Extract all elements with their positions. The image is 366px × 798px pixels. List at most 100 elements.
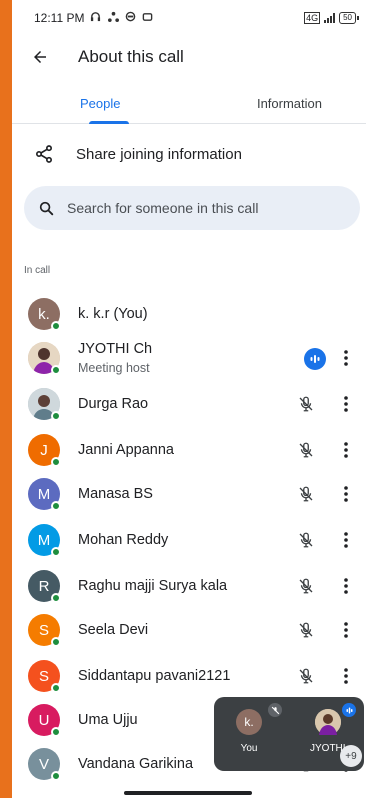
share-joining-info-row[interactable]: Share joining information <box>12 134 366 174</box>
arrow-back-icon <box>34 51 46 63</box>
participant-names: Janni Appanna <box>78 442 174 458</box>
online-status-dot <box>51 727 61 737</box>
pip-host-avatar <box>314 709 341 735</box>
pip-speaking-icon <box>342 703 356 717</box>
avatar: R <box>28 570 61 603</box>
mic-off-icon[interactable] <box>294 528 318 552</box>
mic-off-icon[interactable] <box>294 482 318 506</box>
more-options-icon[interactable] <box>336 482 356 506</box>
participant-row[interactable]: J Janni Appanna <box>12 428 366 472</box>
pip-self-label: You <box>240 743 258 754</box>
more-options-icon[interactable] <box>336 574 356 598</box>
participant-name: Janni Appanna <box>78 442 174 458</box>
more-options-icon[interactable] <box>336 618 356 642</box>
online-status-dot <box>51 593 61 603</box>
status-bar: 12:11 PM 4G 50 <box>12 0 366 36</box>
participant-name: Siddantapu pavani2121 <box>78 668 231 684</box>
in-call-section-label: In call <box>24 265 51 276</box>
online-status-dot <box>51 771 61 781</box>
signal-icon <box>324 13 336 23</box>
battery-icon: 50 <box>339 12 359 24</box>
participant-row[interactable]: R Raghu majji Surya kala <box>12 564 366 608</box>
mic-off-icon[interactable] <box>294 618 318 642</box>
participant-names: Manasa BS <box>78 486 153 502</box>
participant-name: JYOTHI Ch <box>78 341 153 357</box>
more-options-icon[interactable] <box>336 346 356 370</box>
participant-row[interactable]: S Seela Devi <box>12 608 366 652</box>
participant-row[interactable]: Durga Rao <box>12 382 366 426</box>
participant-row[interactable]: k. k. k.r (You) <box>12 292 366 336</box>
avatar: S <box>28 614 61 647</box>
sim-icon: 4G <box>304 12 321 24</box>
participant-name: Raghu majji Surya kala <box>78 578 228 594</box>
mic-off-icon[interactable] <box>294 574 318 598</box>
avatar: M <box>28 524 61 557</box>
participant-row[interactable]: M Manasa BS <box>12 472 366 516</box>
pip-self-avatar: k. <box>236 709 262 735</box>
participant-name: Mohan Reddy <box>78 532 169 548</box>
search-bar <box>24 186 360 230</box>
participant-names: Siddantapu pavani2121 <box>78 668 230 684</box>
share-icon <box>36 145 52 163</box>
top-app-bar: About this call <box>12 36 366 78</box>
online-status-dot <box>51 321 61 331</box>
call-details-screen: 12:11 PM 4G 50 About this call People In… <box>12 0 366 798</box>
mic-off-icon[interactable] <box>294 664 318 688</box>
status-right: 4G 50 <box>304 12 359 24</box>
participant-names: Vandana Garikina <box>78 756 193 772</box>
speaking-indicator-icon[interactable] <box>304 348 326 370</box>
participant-name: Seela Devi <box>78 622 149 638</box>
more-options-icon[interactable] <box>336 664 356 688</box>
participant-names: Seela Devi <box>78 622 148 638</box>
mic-off-icon[interactable] <box>294 392 318 416</box>
online-status-dot <box>51 457 61 467</box>
gesture-nav-bar[interactable] <box>124 791 252 795</box>
mic-off-icon[interactable] <box>294 438 318 462</box>
more-options-icon[interactable] <box>336 392 356 416</box>
participant-names: k. k.r (You) <box>78 306 148 322</box>
avatar: V <box>28 748 61 781</box>
avatar: J <box>28 434 61 467</box>
tab-information[interactable]: Information <box>207 84 366 123</box>
participant-name: Manasa BS <box>78 486 153 502</box>
participant-name: Uma Ujju <box>78 712 138 728</box>
page-title: About this call <box>78 47 184 66</box>
online-status-dot <box>51 501 61 511</box>
participant-names: Uma Ujju <box>78 712 138 728</box>
app-icon-2 <box>142 13 152 21</box>
participant-name: Durga Rao <box>78 396 149 412</box>
notification-icons <box>90 11 152 25</box>
picture-in-picture-preview[interactable]: k. You JYOTHI +9 <box>214 697 364 771</box>
avatar: M <box>28 478 61 511</box>
pip-host-tile: JYOTHI <box>310 709 346 754</box>
more-options-icon[interactable] <box>336 528 356 552</box>
tab-information-label: Information <box>256 96 322 111</box>
avatar: k. <box>28 298 61 331</box>
online-status-dot <box>51 411 61 421</box>
avatar: S <box>28 660 61 693</box>
participant-name: Vandana Garikina <box>78 756 194 772</box>
back-button[interactable] <box>12 36 68 78</box>
tab-people[interactable]: People <box>12 84 207 124</box>
pip-self-tile: k. You <box>236 709 262 754</box>
search-icon <box>39 201 54 215</box>
participant-names: Durga Rao <box>78 396 148 412</box>
network-icon <box>107 11 119 22</box>
participant-names: Raghu majji Surya kala <box>78 578 227 594</box>
avatar <box>28 342 61 375</box>
share-joining-info-label: Share joining information <box>76 145 242 163</box>
avatar <box>28 388 61 421</box>
more-options-icon[interactable] <box>336 438 356 462</box>
participant-row[interactable]: JYOTHI Ch Meeting host <box>12 336 366 380</box>
participant-names: JYOTHI Ch Meeting host <box>78 341 152 375</box>
online-status-dot <box>51 683 61 693</box>
participant-row[interactable]: M Mohan Reddy <box>12 518 366 562</box>
tab-bar: People Information <box>12 84 366 124</box>
headphones-icon <box>91 12 101 22</box>
online-status-dot <box>51 547 61 557</box>
participant-names: Mohan Reddy <box>78 532 168 548</box>
participant-role: Meeting host <box>78 361 150 375</box>
app-icon <box>125 11 135 22</box>
search-input[interactable] <box>67 200 337 216</box>
participant-row[interactable]: S Siddantapu pavani2121 <box>12 654 366 698</box>
